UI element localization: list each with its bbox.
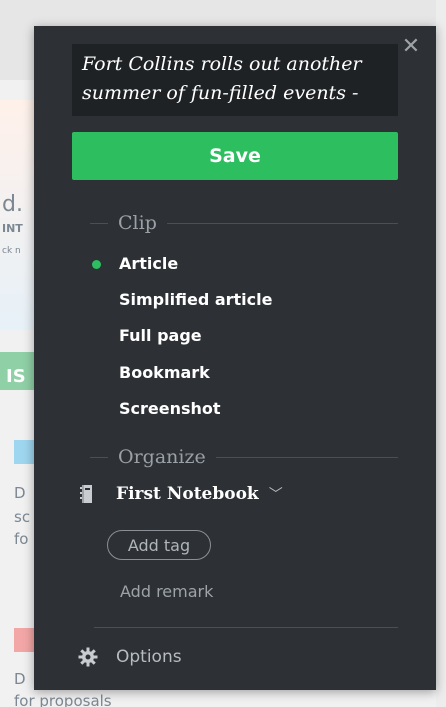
background-scroll-edge	[436, 0, 446, 707]
clip-option-full-page[interactable]: Full page	[119, 326, 202, 345]
notebook-icon	[80, 485, 92, 503]
section-divider	[166, 222, 398, 224]
notebook-selector[interactable]: First Notebook ﹀	[78, 480, 283, 508]
options-button[interactable]: Options	[78, 644, 182, 670]
clip-section-header: Clip	[90, 210, 398, 236]
gear-icon	[78, 647, 98, 667]
background-text: IS	[6, 366, 26, 387]
section-divider	[215, 456, 398, 458]
options-divider	[94, 627, 398, 628]
background-text: INT	[2, 222, 23, 235]
options-label: Options	[116, 647, 182, 667]
background-text: D	[14, 670, 26, 688]
background-text: for proposals	[14, 692, 112, 707]
clip-option-simplified-article[interactable]: Simplified article	[119, 290, 272, 309]
background-text: fo	[14, 530, 29, 548]
background-text: ck n	[2, 246, 21, 256]
chevron-down-icon: ﹀	[268, 487, 283, 503]
background-text: d.	[2, 192, 23, 217]
clip-option-article[interactable]: Article	[119, 254, 178, 273]
close-icon[interactable]: ✕	[400, 36, 422, 58]
clip-option-screenshot[interactable]: Screenshot	[119, 399, 221, 418]
web-clipper-panel: ✕ Fort Collins rolls out another summer …	[34, 26, 436, 690]
selected-indicator-dot	[92, 260, 101, 269]
clip-title-field[interactable]: Fort Collins rolls out another summer of…	[72, 44, 398, 116]
save-button[interactable]: Save	[72, 132, 398, 180]
organize-section-label: Organize	[118, 446, 206, 468]
notebook-label: First Notebook	[116, 484, 259, 504]
organize-section-header: Organize	[90, 444, 398, 470]
add-tag-button[interactable]: Add tag	[107, 530, 211, 560]
section-divider	[90, 223, 108, 224]
background-text: D	[14, 484, 26, 502]
add-remark-field[interactable]: Add remark	[120, 582, 213, 601]
section-divider	[90, 457, 108, 458]
clip-option-bookmark[interactable]: Bookmark	[119, 363, 210, 382]
background-text: sc	[14, 508, 31, 526]
